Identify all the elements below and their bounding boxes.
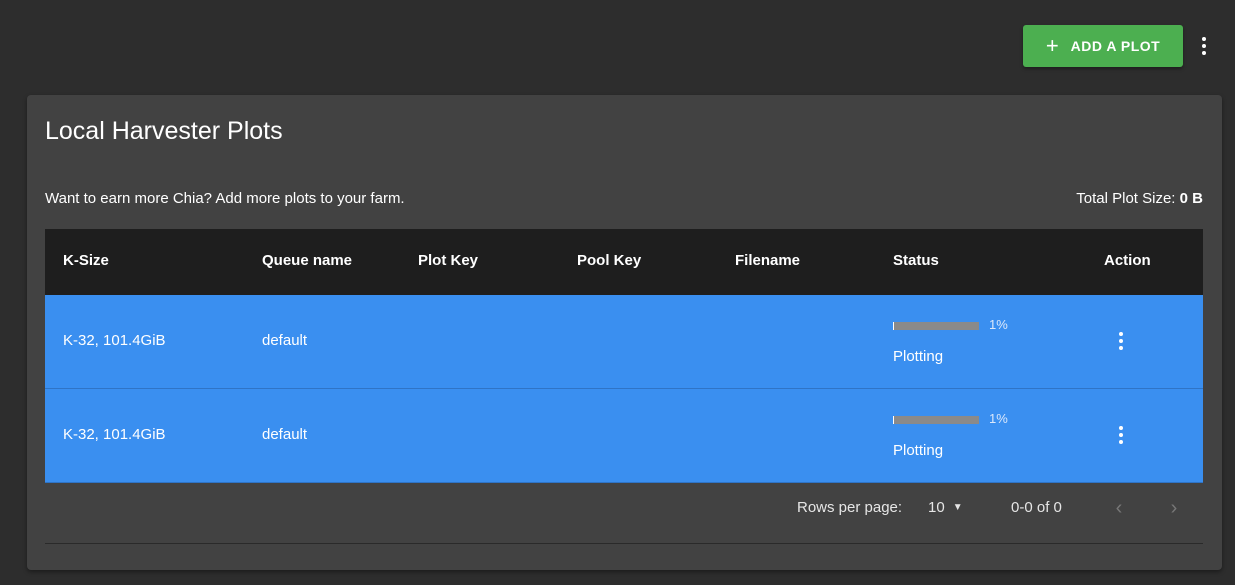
progress-percent: 1%: [989, 317, 1008, 332]
progress-bar: [893, 416, 979, 424]
column-header-action: Action: [1104, 252, 1151, 269]
progress-percent: 1%: [989, 411, 1008, 426]
total-plot-size: Total Plot Size: 0 B: [1076, 190, 1203, 207]
chevron-right-icon[interactable]: ›: [1162, 496, 1186, 520]
chevron-left-icon[interactable]: ‹: [1107, 496, 1131, 520]
ksize-cell: K-32, 101.4GiB: [63, 426, 166, 443]
column-header-pool-key: Pool Key: [577, 252, 642, 269]
top-toolbar: + ADD A PLOT: [0, 0, 1235, 92]
column-header-filename: Filename: [735, 252, 801, 269]
add-plot-button[interactable]: + ADD A PLOT: [1023, 25, 1183, 67]
add-plot-label: ADD A PLOT: [1070, 38, 1161, 54]
ksize-cell: K-32, 101.4GiB: [63, 332, 166, 349]
caret-down-icon: ▼: [952, 501, 963, 513]
column-header-queue-name: Queue name: [262, 252, 353, 269]
divider: [45, 543, 1203, 544]
column-header-ksize: K-Size: [63, 252, 109, 269]
progress-bar-fill: [893, 416, 894, 424]
row-action-more-vert-icon[interactable]: [1111, 422, 1131, 448]
page-title: Local Harvester Plots: [45, 117, 283, 145]
plots-card: Local Harvester Plots Want to earn more …: [27, 95, 1222, 570]
total-plot-size-label: Total Plot Size:: [1076, 190, 1176, 207]
rows-per-page-select[interactable]: 10 ▼: [928, 499, 963, 516]
status-cell: 1% Plotting: [893, 411, 1033, 461]
progress-bar: [893, 322, 979, 330]
rows-per-page-value: 10: [928, 499, 945, 516]
status-cell: 1% Plotting: [893, 317, 1033, 367]
rows-per-page-label: Rows per page:: [797, 499, 903, 516]
more-vert-icon[interactable]: [1194, 32, 1214, 60]
plots-table: K-Size Queue name Plot Key Pool Key File…: [45, 229, 1203, 483]
status-text: Plotting: [893, 442, 944, 459]
table-row[interactable]: K-32, 101.4GiB default 1% Plotting: [45, 295, 1203, 389]
queue-name-cell: default: [262, 332, 308, 349]
column-header-plot-key: Plot Key: [418, 252, 479, 269]
total-plot-size-value: 0 B: [1179, 190, 1203, 207]
card-subtitle: Want to earn more Chia? Add more plots t…: [45, 190, 405, 207]
plus-icon: +: [1045, 33, 1059, 58]
pagination-range: 0-0 of 0: [1011, 499, 1062, 516]
table-header: K-Size Queue name Plot Key Pool Key File…: [45, 229, 1203, 295]
column-header-status: Status: [893, 252, 939, 269]
table-pagination: Rows per page: 10 ▼ 0-0 of 0 ‹ ›: [45, 490, 1203, 530]
row-action-more-vert-icon[interactable]: [1111, 328, 1131, 354]
progress-bar-fill: [893, 322, 894, 330]
status-text: Plotting: [893, 348, 944, 365]
table-row[interactable]: K-32, 101.4GiB default 1% Plotting: [45, 389, 1203, 483]
queue-name-cell: default: [262, 426, 308, 443]
